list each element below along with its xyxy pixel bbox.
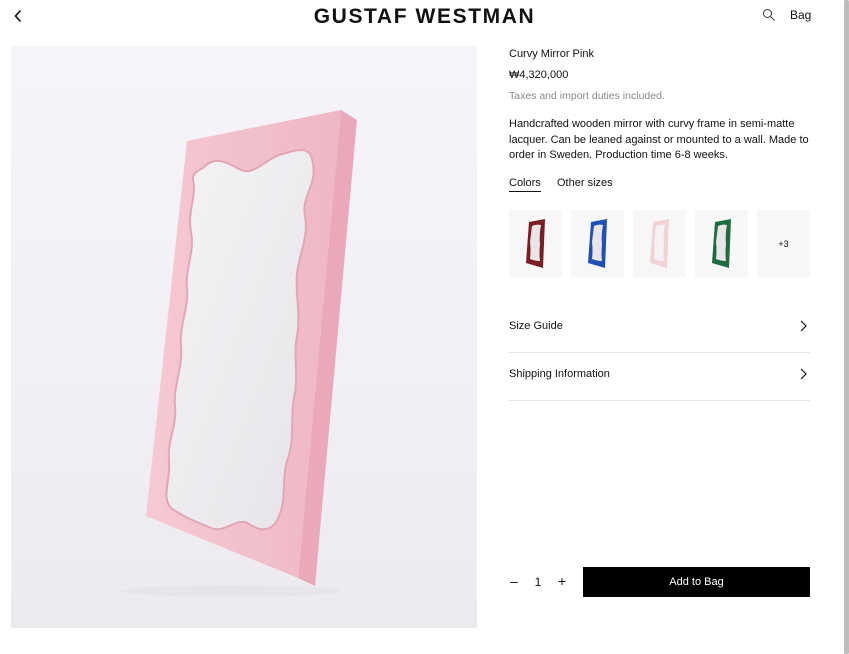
product-info: Curvy Mirror Pink ₩4,320,000 Taxes and i… xyxy=(509,46,810,401)
add-to-bag-button[interactable]: Add to Bag xyxy=(583,567,810,597)
product-name: Curvy Mirror Pink xyxy=(509,48,594,60)
product-description: Handcrafted wooden mirror with curvy fra… xyxy=(509,118,809,161)
variant-tabs: Colors Other sizes xyxy=(509,177,810,197)
page-scrollbar-track xyxy=(844,0,849,654)
decrease-quantity-button[interactable]: – xyxy=(507,573,521,589)
tab-other-sizes[interactable]: Other sizes xyxy=(557,177,613,191)
site-header: GUSTAF WESTMAN Bag xyxy=(0,0,849,34)
chevron-right-icon xyxy=(800,320,807,332)
brand-logo[interactable]: GUSTAF WESTMAN xyxy=(0,5,849,29)
swatch-red[interactable] xyxy=(509,210,562,277)
size-guide-row[interactable]: Size Guide xyxy=(509,304,810,353)
chevron-right-icon xyxy=(800,368,807,380)
product-image xyxy=(11,46,477,628)
mirror-red-thumb xyxy=(525,218,545,268)
mirror-pink-thumb xyxy=(649,218,669,268)
mirror-illustration xyxy=(121,110,357,597)
more-colors-count: +3 xyxy=(778,238,789,249)
swatch-pink[interactable] xyxy=(633,210,686,277)
shipping-info-row[interactable]: Shipping Information xyxy=(509,352,810,401)
tax-note: Taxes and import duties included. xyxy=(509,90,665,102)
size-guide-label: Size Guide xyxy=(509,320,563,332)
quantity-value: 1 xyxy=(534,575,542,589)
page-scrollbar-thumb[interactable] xyxy=(844,0,849,654)
swatch-blue[interactable] xyxy=(571,210,624,277)
swatch-green[interactable] xyxy=(695,210,748,277)
mirror-green-thumb xyxy=(711,218,731,268)
mirror-blue-thumb xyxy=(587,218,607,268)
swatch-more[interactable]: +3 xyxy=(757,210,810,277)
shipping-info-label: Shipping Information xyxy=(509,368,610,380)
tab-colors[interactable]: Colors xyxy=(509,177,541,192)
bag-link[interactable]: Bag xyxy=(790,8,811,22)
increase-quantity-button[interactable]: + xyxy=(555,573,569,589)
product-price: ₩4,320,000 xyxy=(509,69,569,81)
color-swatches: +3 xyxy=(509,210,810,277)
search-button[interactable] xyxy=(762,8,778,24)
search-icon xyxy=(763,9,775,21)
quantity-stepper: – 1 + xyxy=(509,567,579,597)
